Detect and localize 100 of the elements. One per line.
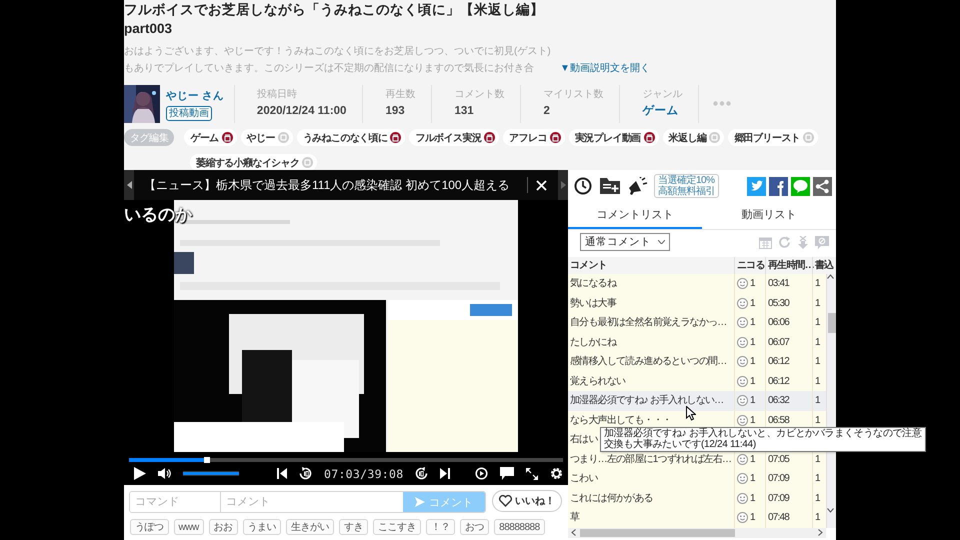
- smiley-icon[interactable]: [737, 512, 748, 524]
- megaphone-icon[interactable]: [628, 177, 648, 195]
- quick-comment-button[interactable]: うまい: [242, 519, 282, 535]
- post-count: 1: [815, 414, 820, 426]
- command-field[interactable]: コマンド: [130, 492, 221, 512]
- expand-description-link[interactable]: ▼動画説明文を開く: [560, 60, 650, 77]
- tag-label: フルボイス実況: [415, 131, 482, 144]
- comment-row[interactable]: 勢いは大事 1 05:30 1: [568, 294, 836, 313]
- comment-row[interactable]: これには何かがある 1 07:09 1: [568, 488, 836, 508]
- smiley-icon[interactable]: [737, 473, 748, 484]
- comment-row[interactable]: 感情移入して読み進めるといつの間… 1 06:12 1: [568, 352, 836, 372]
- playlist-add-icon[interactable]: [600, 178, 620, 194]
- nicoru-count: 1: [750, 374, 755, 388]
- comment-row[interactable]: 草 1 07:48 1: [568, 508, 836, 528]
- scroll-right-icon[interactable]: [818, 529, 823, 536]
- smiley-icon[interactable]: [737, 298, 748, 309]
- tab[interactable]: コメントリスト: [568, 202, 702, 229]
- smiley-icon[interactable]: [737, 395, 748, 406]
- share-icon[interactable]: [813, 176, 832, 196]
- comment-text: たしかにね: [570, 336, 616, 348]
- tag[interactable]: ゲーム: [184, 129, 237, 146]
- scroll-up-icon[interactable]: [827, 274, 834, 279]
- scroll-left-icon[interactable]: [571, 529, 576, 536]
- dictionary-icon[interactable]: [644, 132, 655, 143]
- tag[interactable]: うみねこのなく頃に: [296, 129, 406, 146]
- volume-icon[interactable]: [158, 468, 171, 479]
- tab[interactable]: 動画リスト: [702, 202, 836, 229]
- letter-f-share-icon[interactable]: [769, 176, 788, 196]
- comment-row[interactable]: 気になるね 1 03:41 1: [568, 274, 836, 294]
- next-news-icon[interactable]: [560, 181, 566, 189]
- previous-news-icon[interactable]: [126, 181, 132, 189]
- quick-comment-button[interactable]: 生きがい: [286, 519, 334, 535]
- comment-row[interactable]: 自分も最初は全然名前覚えラなかっ… 1 06:06 1: [568, 313, 836, 332]
- clock-icon[interactable]: [574, 177, 592, 195]
- close-icon[interactable]: [536, 180, 547, 190]
- tag[interactable]: 実況プレイ動画: [568, 129, 659, 146]
- playback-time: 06:12: [768, 356, 790, 367]
- smiley-icon[interactable]: [737, 336, 748, 348]
- tag[interactable]: フルボイス実況: [409, 129, 500, 146]
- smiley-icon[interactable]: [737, 492, 748, 504]
- uploaded-videos-button[interactable]: 投稿動画: [166, 106, 212, 121]
- quick-comment-button[interactable]: www: [174, 519, 204, 535]
- rewind-icon[interactable]: [299, 467, 312, 480]
- quick-comment-button[interactable]: ！？: [426, 519, 456, 535]
- raffle-ad-banner[interactable]: 当選確定10% 高額無料福引: [654, 174, 719, 198]
- comment-row[interactable]: 覚えられない 1 06:12 1: [568, 372, 836, 391]
- quick-comment-button[interactable]: うぽつ: [130, 519, 168, 535]
- stat-value: 193: [385, 104, 406, 119]
- tag[interactable]: 米返し編: [662, 129, 724, 146]
- dictionary-icon[interactable]: [390, 132, 402, 143]
- quick-comment-button[interactable]: おつ: [460, 519, 490, 535]
- dictionary-icon[interactable]: [550, 132, 561, 143]
- quick-comment-button[interactable]: ここすき: [373, 519, 422, 535]
- scroll-down-icon[interactable]: [827, 508, 834, 513]
- genre-link[interactable]: ゲーム: [642, 104, 682, 119]
- scrollbar-thumb[interactable]: [828, 313, 836, 333]
- scrollbar-thumb[interactable]: [580, 528, 735, 536]
- column-header[interactable]: コメント: [568, 257, 734, 274]
- tag[interactable]: アフレコ: [503, 129, 565, 146]
- dictionary-icon[interactable]: [484, 132, 496, 143]
- tag[interactable]: 萎縮する小癪なイシャク: [190, 154, 318, 170]
- tag-label: 郷田ブリースト: [734, 132, 800, 144]
- skip-back-icon[interactable]: [277, 468, 287, 479]
- comment-text: 感情移入して読み進めるといつの間…: [570, 356, 726, 367]
- smiley-icon[interactable]: [737, 414, 748, 426]
- tag[interactable]: 郷田ブリースト: [728, 129, 818, 146]
- loop-icon[interactable]: [475, 467, 488, 480]
- playback-time: 07:05: [768, 454, 790, 464]
- smiley-icon[interactable]: [737, 376, 748, 387]
- quick-comment-button[interactable]: すき: [339, 519, 368, 535]
- quick-comment-button[interactable]: 88888888: [494, 519, 545, 535]
- skip-forward-icon[interactable]: [440, 468, 450, 479]
- smiley-icon[interactable]: [737, 317, 748, 328]
- fast-forward-icon[interactable]: [415, 467, 428, 480]
- smiley-icon[interactable]: [737, 278, 748, 290]
- avatar[interactable]: [124, 85, 160, 123]
- tag[interactable]: やじー: [240, 129, 293, 146]
- play-icon[interactable]: [134, 467, 146, 480]
- comment-text: つまり…左の部屋に1つずれれば左右…: [570, 454, 732, 464]
- nicoru-count: 1: [750, 492, 755, 506]
- comment-row[interactable]: たしかにね 1 06:07 1: [568, 332, 836, 352]
- tooltip-text: 加湿器必須ですね♪ お手入れしないと、カビとかバラまくそうなので注意: [604, 428, 922, 439]
- nicoru-count: 1: [750, 452, 755, 466]
- comment-icon[interactable]: [500, 467, 514, 480]
- dictionary-icon[interactable]: [222, 132, 233, 143]
- playback-time: 06:58: [768, 414, 790, 426]
- fullscreen-icon[interactable]: [526, 468, 538, 480]
- like-button[interactable]: いいね！: [492, 490, 562, 512]
- settings-icon[interactable]: [550, 467, 563, 480]
- comment-row[interactable]: こわい 1 07:09 1: [568, 469, 836, 488]
- stat-value: 2020/12/24 11:00: [256, 104, 346, 119]
- owner-name-link[interactable]: やじー さん: [166, 89, 224, 103]
- smiley-icon[interactable]: [737, 454, 748, 465]
- comment-text: これには何かがある: [570, 492, 653, 504]
- smiley-icon[interactable]: [737, 356, 748, 368]
- quick-comment-button[interactable]: おお: [208, 519, 238, 535]
- comment-row[interactable]: 加湿器必須ですね♪ お手入れしない… 1 06:32 1: [568, 391, 836, 410]
- comment-type-dropdown[interactable]: 通常コメント: [580, 233, 670, 251]
- bird-share-icon[interactable]: [747, 176, 766, 196]
- seek-thumb[interactable]: [204, 457, 210, 463]
